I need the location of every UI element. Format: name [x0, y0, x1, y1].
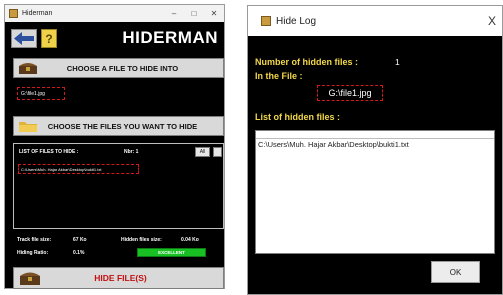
hiding-ratio-label: Hiding Ratio:	[17, 250, 49, 256]
hide-log-titlebar: Hide Log X	[248, 6, 502, 36]
choose-files-button[interactable]: CHOOSE THE FILES YOU WANT TO HIDE	[13, 116, 224, 136]
choose-files-label: CHOOSE THE FILES YOU WANT TO HIDE	[47, 121, 198, 131]
app-icon	[9, 9, 18, 18]
minimize-button[interactable]: –	[164, 9, 184, 18]
track-size-value: 67 Ko	[73, 237, 87, 243]
hide-files-label: HIDE FILE(S)	[94, 273, 147, 283]
rating-badge: EXCELLENT	[137, 248, 206, 257]
track-size-label: Track file size:	[17, 237, 52, 243]
select-all-label: All	[199, 149, 206, 155]
hiderman-logo: HIDERMAN	[122, 28, 218, 47]
list-item[interactable]: C:\Users\Muh. Hajar Akbar\Desktop\bukti1…	[18, 164, 139, 174]
selected-file: G:\file1.jpg	[17, 87, 65, 100]
list-item[interactable]: C:\Users\Muh. Hajar Akbar\Desktop\bukti1…	[256, 139, 494, 149]
stats-panel: Track file size: 67 Ko Hidden files size…	[13, 232, 224, 266]
maximize-button[interactable]: □	[184, 9, 204, 18]
close-button[interactable]: ✕	[204, 9, 224, 18]
back-button[interactable]	[11, 29, 37, 48]
hidden-size-value: 0.04 Ko	[181, 237, 199, 243]
hidden-count-label: Number of hidden files :	[255, 57, 359, 67]
window-title: Hide Log	[276, 15, 317, 27]
choose-file-label: CHOOSE A FILE TO HIDE INTO	[66, 63, 179, 73]
file-count: Nbr: 1	[124, 149, 139, 155]
window-title: Hiderman	[22, 10, 53, 17]
in-file-value: G:\file1.jpg	[317, 85, 383, 101]
window-controls: – □ ✕	[164, 9, 224, 18]
app-icon	[261, 16, 271, 26]
hiderman-window: Hiderman – □ ✕ ? HIDERMAN CHOOSE A FILE …	[4, 4, 225, 289]
folder-icon	[19, 122, 37, 132]
hidden-files-list: C:\Users\Muh. Hajar Akbar\Desktop\bukti1…	[255, 130, 495, 254]
hiderman-header: ? HIDERMAN	[9, 26, 220, 52]
files-to-hide-panel: LIST OF FILES TO HIDE : Nbr: 1 All C:\Us…	[13, 143, 224, 229]
remove-button[interactable]	[213, 147, 222, 157]
hide-log-window: Hide Log X Number of hidden files : 1 In…	[247, 5, 503, 295]
arrow-left-icon	[14, 32, 34, 45]
choose-file-button[interactable]: CHOOSE A FILE TO HIDE INTO	[13, 58, 224, 78]
treasure-chest-icon	[20, 272, 40, 285]
in-file-label: In the File :	[255, 71, 303, 81]
hiderman-titlebar: Hiderman – □ ✕	[5, 5, 224, 22]
list-header	[256, 131, 494, 139]
hiding-ratio-value: 0.1%	[73, 250, 85, 256]
ok-label: OK	[449, 267, 462, 277]
close-button[interactable]: X	[488, 14, 496, 28]
hidden-count-value: 1	[395, 57, 400, 67]
ok-button[interactable]: OK	[431, 261, 480, 283]
help-button[interactable]: ?	[41, 29, 57, 48]
select-all-button[interactable]: All	[195, 147, 210, 157]
hidden-list-label: List of hidden files :	[255, 112, 340, 122]
treasure-chest-icon	[19, 63, 37, 74]
hide-files-button[interactable]: HIDE FILE(S)	[13, 267, 224, 289]
list-title: LIST OF FILES TO HIDE :	[19, 149, 79, 155]
hidden-size-label: Hidden files size:	[121, 237, 162, 243]
